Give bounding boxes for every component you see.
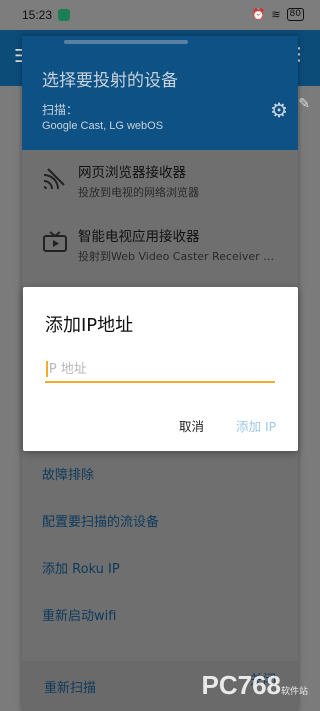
app-notification-icon	[58, 9, 70, 21]
add-ip-button[interactable]: 添加 IP	[236, 416, 276, 435]
action-add-roku-ip[interactable]: 添加 Roku IP	[42, 558, 120, 577]
sheet-title: 选择要投射的设备	[42, 71, 178, 91]
watermark-sub: 软件站	[280, 686, 308, 696]
add-ip-dialog: 添加IP地址 取消 添加 IP	[23, 287, 298, 451]
ip-address-input[interactable]	[45, 357, 275, 383]
action-troubleshoot[interactable]: 故障排除	[42, 464, 94, 483]
status-bar: 15:23 ⏰ ≋ 80	[0, 0, 320, 30]
wifi-icon: ≋	[271, 8, 281, 21]
option-title: 网页浏览器接收器	[78, 165, 186, 181]
rescan-button[interactable]: 重新扫描	[44, 677, 96, 696]
option-web-browser-receiver[interactable]: 网页浏览器接收器 投放到电视的网络浏览器	[22, 150, 298, 206]
text-cursor	[46, 361, 48, 377]
tv-icon	[42, 231, 68, 255]
status-icons: ⏰ ≋ 80	[252, 8, 304, 21]
option-title: 智能电视应用接收器	[78, 229, 200, 245]
scan-label: 扫描：	[42, 103, 79, 117]
cancel-button[interactable]: 取消	[179, 416, 204, 435]
dialog-title: 添加IP地址	[45, 315, 134, 336]
status-time: 15:23	[22, 8, 53, 22]
alarm-icon: ⏰	[251, 8, 266, 21]
drag-handle[interactable]	[64, 40, 188, 44]
option-smart-tv-receiver[interactable]: 智能电视应用接收器 投射到Web Video Caster Receiver …	[22, 214, 298, 270]
option-subtitle: 投射到Web Video Caster Receiver …	[78, 250, 275, 263]
cast-icon	[42, 167, 68, 191]
edit-icon[interactable]: ✎	[298, 96, 310, 112]
action-configure-stream-devices[interactable]: 配置要扫描的流设备	[42, 511, 159, 530]
watermark-logo: PC768软件站	[201, 670, 308, 701]
action-restart-wifi[interactable]: 重新启动wifi	[42, 605, 116, 624]
option-subtitle: 投放到电视的网络浏览器	[78, 186, 199, 199]
sheet-header: 选择要投射的设备 扫描： Google Cast, LG webOS ⚙	[22, 36, 298, 150]
watermark-brand: PC768	[201, 670, 281, 700]
gear-icon[interactable]: ⚙	[270, 98, 288, 122]
scan-value: Google Cast, LG webOS	[42, 120, 164, 132]
battery-indicator: 80	[286, 8, 304, 21]
